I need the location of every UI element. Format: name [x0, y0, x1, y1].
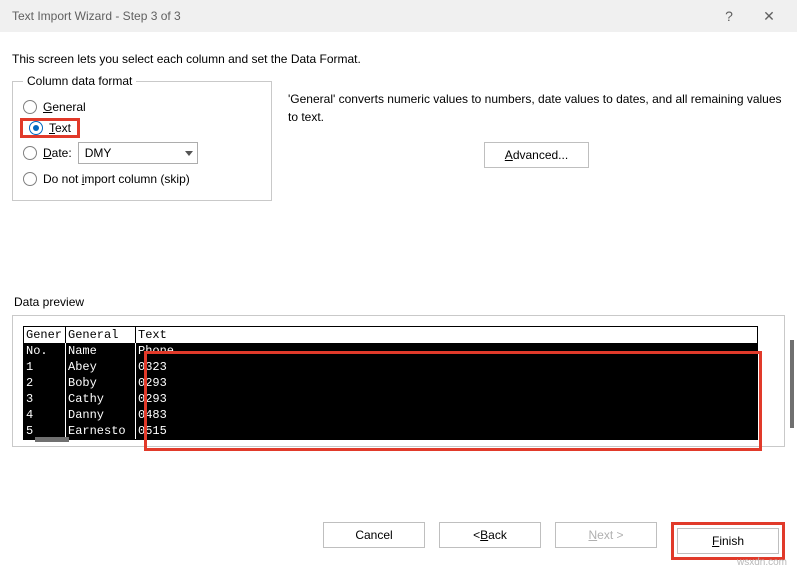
group-legend: Column data format — [23, 74, 136, 88]
table-row: 1Abey0323 — [24, 359, 757, 375]
intro-text: This screen lets you select each column … — [12, 52, 785, 66]
dialog-footer: Cancel < Back Next > Finish — [0, 522, 797, 560]
highlight-annotation: Finish — [671, 522, 785, 560]
format-description: 'General' converts numeric values to num… — [288, 90, 785, 126]
table-row: No.NamePhone — [24, 343, 757, 359]
radio-date[interactable]: Date: — [23, 146, 72, 160]
table-row: 5Earnesto0515 — [24, 423, 757, 439]
preview-legend: Data preview — [14, 295, 785, 309]
date-format-select[interactable]: DMY — [78, 142, 198, 164]
watermark: wsxdn.com — [737, 557, 787, 568]
data-preview: Gener General Text No.NamePhone1Abey0323… — [12, 315, 785, 447]
scrollbar-vertical[interactable] — [790, 340, 794, 428]
titlebar: Text Import Wizard - Step 3 of 3 ? ✕ — [0, 0, 797, 32]
help-icon[interactable]: ? — [709, 8, 749, 24]
table-row: 3Cathy0293 — [24, 391, 757, 407]
radio-skip[interactable]: Do not import column (skip) — [23, 168, 261, 190]
close-icon[interactable]: ✕ — [749, 8, 789, 25]
radio-icon — [23, 146, 37, 160]
radio-icon — [23, 172, 37, 186]
column-header-row: Gener General Text — [24, 327, 757, 343]
table-row: 2Boby0293 — [24, 375, 757, 391]
cancel-button[interactable]: Cancel — [323, 522, 425, 548]
preview-grid[interactable]: Gener General Text No.NamePhone1Abey0323… — [23, 326, 758, 440]
advanced-button[interactable]: Advanced... — [484, 142, 589, 168]
window-title: Text Import Wizard - Step 3 of 3 — [12, 9, 709, 23]
next-button: Next > — [555, 522, 657, 548]
back-button[interactable]: < Back — [439, 522, 541, 548]
radio-text[interactable]: Text — [20, 118, 80, 138]
scrollbar-horizontal[interactable] — [35, 437, 69, 442]
radio-icon — [23, 100, 37, 114]
radio-icon — [29, 121, 43, 135]
column-data-format-group: Column data format General Text Date: DM… — [12, 74, 272, 201]
radio-general[interactable]: General — [23, 96, 261, 118]
chevron-down-icon — [185, 151, 193, 156]
finish-button[interactable]: Finish — [677, 528, 779, 554]
table-row: 4Danny0483 — [24, 407, 757, 423]
